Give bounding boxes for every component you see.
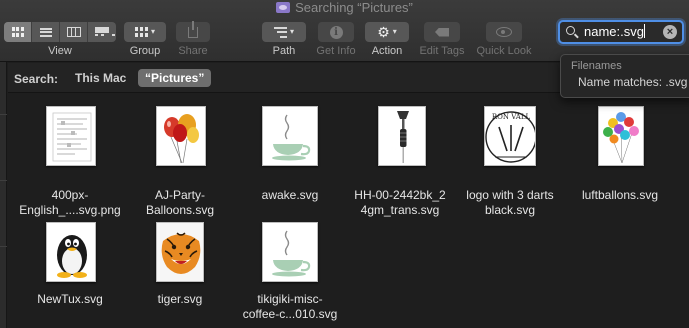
- chevron-down-icon: ▾: [392, 27, 397, 36]
- file-name: luftballons.svg: [581, 188, 659, 202]
- chevron-down-icon: ▾: [150, 27, 155, 36]
- column-view-button[interactable]: [60, 22, 88, 42]
- file-item[interactable]: tikigiki-misc- coffee-c...010.svg: [236, 222, 344, 322]
- list-view-icon: [39, 27, 52, 37]
- suggestion-heading: Filenames: [571, 60, 622, 72]
- get-info-label: Get Info: [316, 45, 356, 57]
- file-item[interactable]: 400px- English_....svg.png: [16, 106, 124, 217]
- clear-search-icon[interactable]: ×: [663, 25, 677, 39]
- file-name: 4gm_trans.svg: [360, 203, 440, 217]
- file-name: English_....svg.png: [19, 203, 121, 217]
- coffee-cup-thumbnail-icon: [262, 106, 318, 166]
- view-control: [4, 22, 116, 42]
- quick-look-label: Quick Look: [476, 45, 532, 57]
- tag-icon: [435, 27, 449, 37]
- get-info-button[interactable]: i: [318, 22, 354, 42]
- group-label: Group: [129, 45, 161, 57]
- balloons-bunch-thumbnail-icon: [598, 106, 644, 166]
- group-icon: [134, 27, 148, 37]
- action-button[interactable]: ⚙ ▾: [365, 22, 409, 42]
- gallery-view-button[interactable]: [88, 22, 116, 42]
- search-icon: [566, 26, 575, 35]
- quick-look-button[interactable]: [486, 22, 522, 42]
- search-token: name:: [584, 24, 621, 39]
- scope-this-mac[interactable]: This Mac: [68, 69, 133, 87]
- search-input[interactable]: name:.svg: [584, 24, 645, 40]
- search-field[interactable]: name:.svg ×: [558, 20, 684, 44]
- file-name: AJ-Party-: [154, 188, 205, 202]
- search-suggestions: Filenames Name matches: .svg: [560, 54, 689, 98]
- sidebar: [0, 62, 7, 328]
- file-name: tiger.svg: [157, 292, 203, 306]
- window-title-text: Searching “Pictures”: [295, 0, 413, 15]
- scope-pictures[interactable]: “Pictures”: [138, 69, 212, 87]
- darts-logo-thumbnail-icon: RON VALL: [484, 106, 536, 166]
- edit-tags-button[interactable]: [424, 22, 460, 42]
- file-name: coffee-c...010.svg: [242, 307, 338, 321]
- file-name: HH-00-2442bk_2: [354, 188, 446, 202]
- logo-text: RON VALL: [492, 113, 531, 121]
- gear-icon: ⚙: [377, 24, 390, 40]
- info-icon: i: [329, 25, 343, 39]
- file-name: 400px-: [51, 188, 89, 202]
- toolbar: Searching “Pictures” View ▾ Group Share …: [0, 0, 689, 62]
- file-name: Balloons.svg: [145, 203, 215, 217]
- search-value: .svg: [620, 24, 644, 39]
- suggestion-item[interactable]: Name matches: .svg: [578, 75, 687, 89]
- edit-tags-label: Edit Tags: [419, 45, 465, 57]
- coffee-cup-thumbnail-icon: [262, 222, 318, 282]
- file-name: tikigiki-misc-: [257, 292, 323, 306]
- file-name: NewTux.svg: [37, 292, 103, 306]
- share-button[interactable]: [176, 20, 210, 42]
- view-label: View: [48, 45, 72, 57]
- path-button[interactable]: ▾: [262, 22, 306, 42]
- tiger-thumbnail-icon: [156, 222, 204, 282]
- balloons-thumbnail-icon: [156, 106, 206, 166]
- dart-thumbnail-icon: [378, 106, 426, 166]
- window-title: Searching “Pictures”: [0, 1, 689, 15]
- text-caret: [643, 24, 645, 38]
- file-item[interactable]: tiger.svg: [126, 222, 234, 322]
- chevron-down-icon: ▾: [289, 27, 294, 36]
- group-button[interactable]: ▾: [124, 22, 166, 42]
- column-view-icon: [66, 27, 81, 37]
- gallery-view-icon: [95, 27, 115, 37]
- path-label: Path: [272, 45, 296, 57]
- eye-icon: [496, 27, 512, 37]
- file-item[interactable]: AJ-Party- Balloons.svg: [126, 106, 234, 217]
- file-name: awake.svg: [261, 188, 319, 202]
- file-grid: 400px- English_....svg.png AJ-Party- Bal…: [8, 94, 689, 328]
- file-item[interactable]: NewTux.svg: [16, 222, 124, 322]
- icon-view-button[interactable]: [4, 22, 32, 42]
- path-icon: [273, 26, 287, 38]
- file-name: black.svg: [484, 203, 536, 217]
- share-icon: [188, 20, 198, 38]
- action-label: Action: [371, 45, 403, 57]
- icon-view-icon: [11, 27, 24, 37]
- file-item[interactable]: RON VALL logo with 3 darts black.svg: [456, 106, 564, 217]
- scope-label: Search:: [14, 72, 59, 86]
- chart-thumbnail-icon: [46, 106, 96, 166]
- file-item[interactable]: luftballons.svg: [566, 106, 674, 216]
- penguin-thumbnail-icon: [46, 222, 96, 282]
- file-name: logo with 3 darts: [466, 188, 554, 202]
- smart-folder-icon: [276, 2, 291, 13]
- file-item[interactable]: HH-00-2442bk_2 4gm_trans.svg: [346, 106, 454, 217]
- file-item[interactable]: awake.svg: [236, 106, 344, 216]
- share-label: Share: [178, 45, 208, 57]
- list-view-button[interactable]: [32, 22, 60, 42]
